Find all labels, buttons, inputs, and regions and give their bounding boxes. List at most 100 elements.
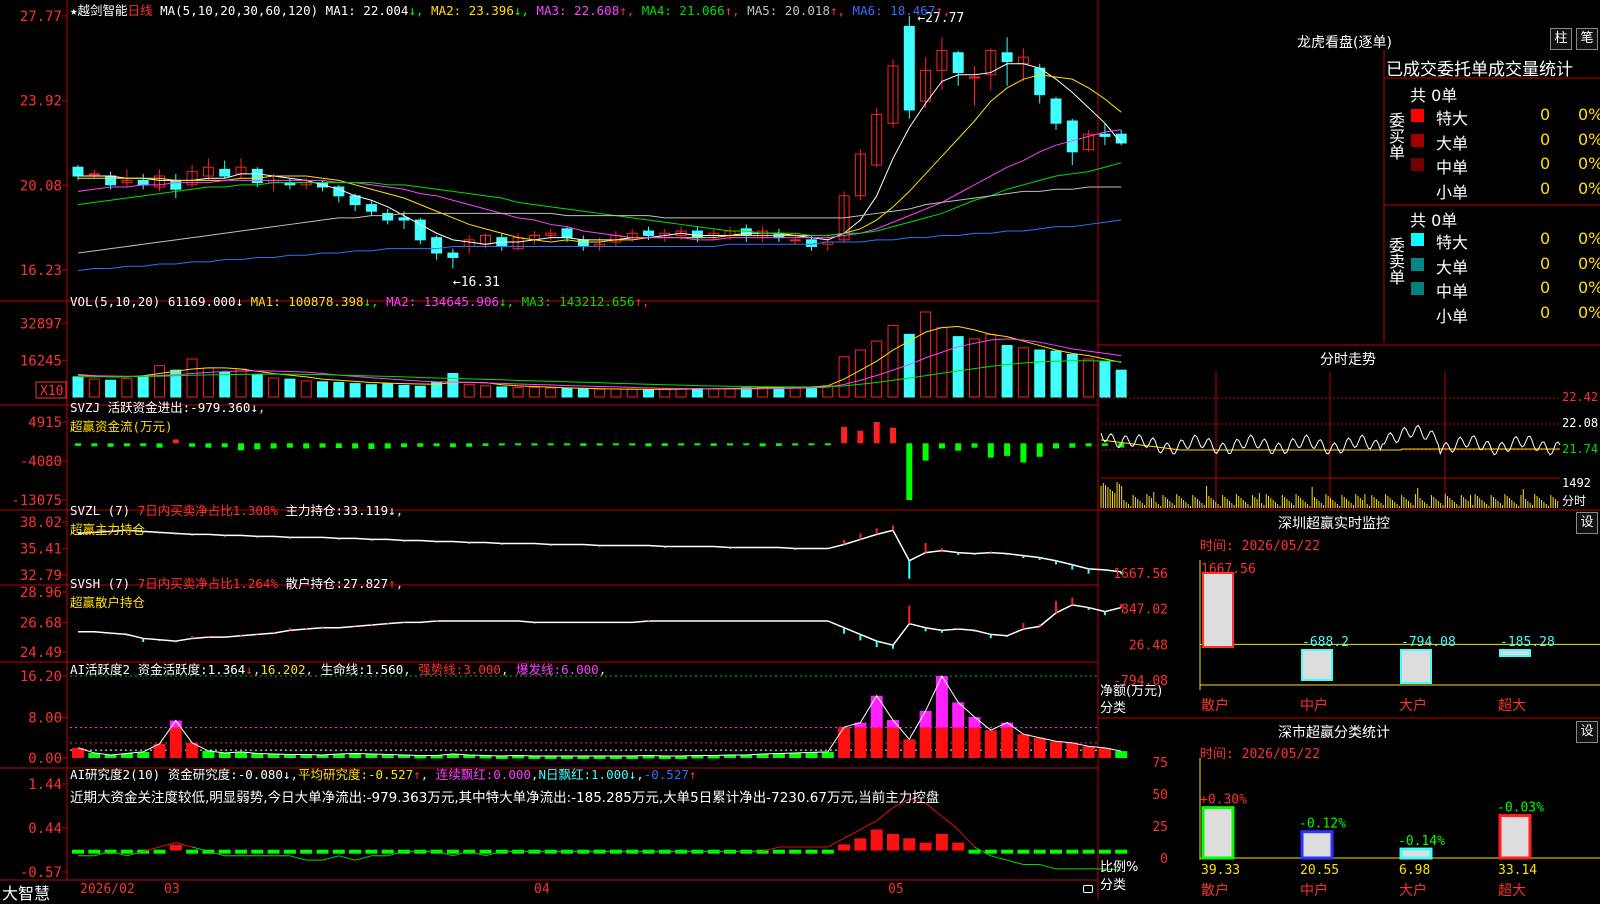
flow-bar-out [221, 443, 228, 448]
research-bar-green [267, 849, 280, 854]
flow-bar-out [107, 443, 114, 447]
research-bar-red [952, 842, 965, 851]
svzl-name: SVZL (7) [70, 503, 131, 518]
vol-value: 61169.000 [167, 294, 236, 309]
date-label-1: 03 [164, 882, 180, 897]
research-bar-red [870, 829, 883, 851]
candle-down [1001, 52, 1013, 63]
vol-bar-down [496, 386, 508, 398]
activity-bar-strong [919, 727, 932, 758]
candle-down [105, 175, 117, 186]
vol-bar-up [854, 349, 866, 398]
ai1-v4: 3.000 [463, 662, 501, 677]
sell-row-name: 中单 [1436, 282, 1469, 301]
vol-bar-down [1050, 350, 1062, 398]
activity-bar-burst [935, 676, 948, 728]
vol-bar-up [659, 388, 671, 398]
research-bar-green [88, 849, 101, 854]
candle-down [1099, 133, 1111, 137]
sz-axis-label: 1667.56 [1113, 567, 1168, 582]
svzl-lbl1: 7日内买卖净占比1.308% [137, 503, 278, 518]
svsh-sub: 超赢散户持仓 [70, 595, 146, 610]
research-bar-red [935, 833, 948, 851]
svsh-axis-label: 26.68 [20, 616, 62, 632]
ss-xlabel: 分类 [1100, 878, 1127, 893]
candle-down [1034, 67, 1046, 96]
activity-bar-burst [919, 710, 932, 728]
activity-bar-weak [349, 753, 362, 758]
sell-row-v: 0 [1540, 302, 1551, 322]
vol-bar-down [365, 384, 377, 398]
svzj-dir: ↓ [250, 400, 258, 415]
flow-bar-out [335, 443, 342, 449]
ai2-l1: 资金研究度: [167, 767, 238, 782]
tick-view-button[interactable]: 笔 [1576, 28, 1598, 50]
vol-bar-down [806, 386, 817, 398]
buy-row-name: 中单 [1436, 158, 1469, 177]
flow-bar-out [580, 443, 587, 446]
candle-down [137, 179, 149, 186]
vol-bar-up [936, 327, 948, 398]
flow-bar-out [466, 443, 473, 447]
vol-bar-up [480, 385, 491, 398]
sell-label: 委卖单 [1386, 237, 1405, 285]
candle-down [219, 168, 231, 177]
activity-bar-strong [1082, 746, 1095, 758]
sz-settings-button[interactable]: 设 [1576, 512, 1598, 534]
activity-bar-strong [169, 727, 182, 758]
research-bar-green [1001, 849, 1014, 854]
ai2-summary: 近期大资金关注度较低,明显弱势,今日大单净流出:-979.363万元,其中特大单… [70, 790, 940, 806]
candle-down [170, 179, 182, 190]
flow-bar-out [91, 443, 98, 447]
lhb-tabs[interactable]: 已成交委托单成交量统计 [1386, 55, 1573, 80]
flow-bar-out [727, 443, 733, 446]
ai1-title: AI活跃度2 资金活跃度:1.364↓,16.202, 生命线:1.560, 强… [70, 662, 607, 677]
vol-bar-down [1099, 360, 1111, 398]
svzj-value: -979.360 [190, 400, 251, 415]
ai2-axis-label: -0.57 [20, 865, 62, 881]
flow-bar-out [1020, 443, 1027, 463]
candle-down [952, 52, 964, 74]
ai2-d4: ↓ [628, 767, 637, 782]
favorite-star-icon[interactable]: ★ [70, 3, 78, 18]
research-bar-red [903, 838, 916, 851]
ai1-axis-label: 8.00 [28, 711, 62, 727]
avg-research-line [338, 855, 356, 861]
vol-bar-up [626, 388, 638, 398]
research-bar-red [919, 842, 932, 851]
svzj-name: SVZJ [70, 400, 101, 415]
buy-row-p: 0% [1578, 105, 1600, 124]
flow-bar-out [792, 443, 799, 446]
svsh-axis-label: 24.49 [20, 645, 62, 661]
sell-row-name: 小单 [1436, 306, 1469, 326]
column-view-button[interactable]: 柱 [1550, 28, 1572, 50]
vol-bar-down [105, 379, 117, 398]
avg-research-line [843, 829, 861, 839]
activity-bar-burst [870, 695, 883, 728]
activity-bar-weak [251, 753, 264, 758]
lock-icon[interactable] [1083, 885, 1093, 893]
ss-time: 时间: 2026/05/22 [1200, 747, 1320, 762]
flow-bar-out [238, 443, 244, 451]
ma-ma3: MA3: 22.608 [528, 3, 620, 18]
price-axis-label: 20.08 [20, 178, 62, 194]
sz-title: 深圳超赢实时监控 [1278, 516, 1390, 532]
research-bar-red [169, 844, 182, 851]
research-bar-green [1066, 849, 1079, 854]
activity-bar-burst [968, 717, 981, 728]
flow-bar-out [482, 443, 489, 446]
ss-value-label: 39.33 [1201, 863, 1240, 878]
ma-ma2-dir: ↓, [513, 3, 529, 18]
period-label[interactable]: 日线 [128, 3, 153, 18]
fs-axis-1: 22.08 [1562, 416, 1599, 430]
sell-count: 共 0单 [1410, 211, 1458, 230]
ss-settings-button[interactable]: 设 [1576, 721, 1598, 743]
svsh-name: SVSH (7) [70, 576, 131, 591]
avg-research-line [876, 807, 894, 822]
vol-ma-line-ma2 [78, 338, 1122, 390]
ss-value-label: 33.14 [1498, 863, 1537, 878]
vol-bar-up [235, 368, 247, 398]
svzl-title: SVZL (7) 7日内买卖净占比1.308% 主力持仓:33.119↓, 超赢… [70, 503, 404, 537]
research-bar-green [1115, 849, 1128, 854]
avg-research-line [990, 855, 1008, 861]
